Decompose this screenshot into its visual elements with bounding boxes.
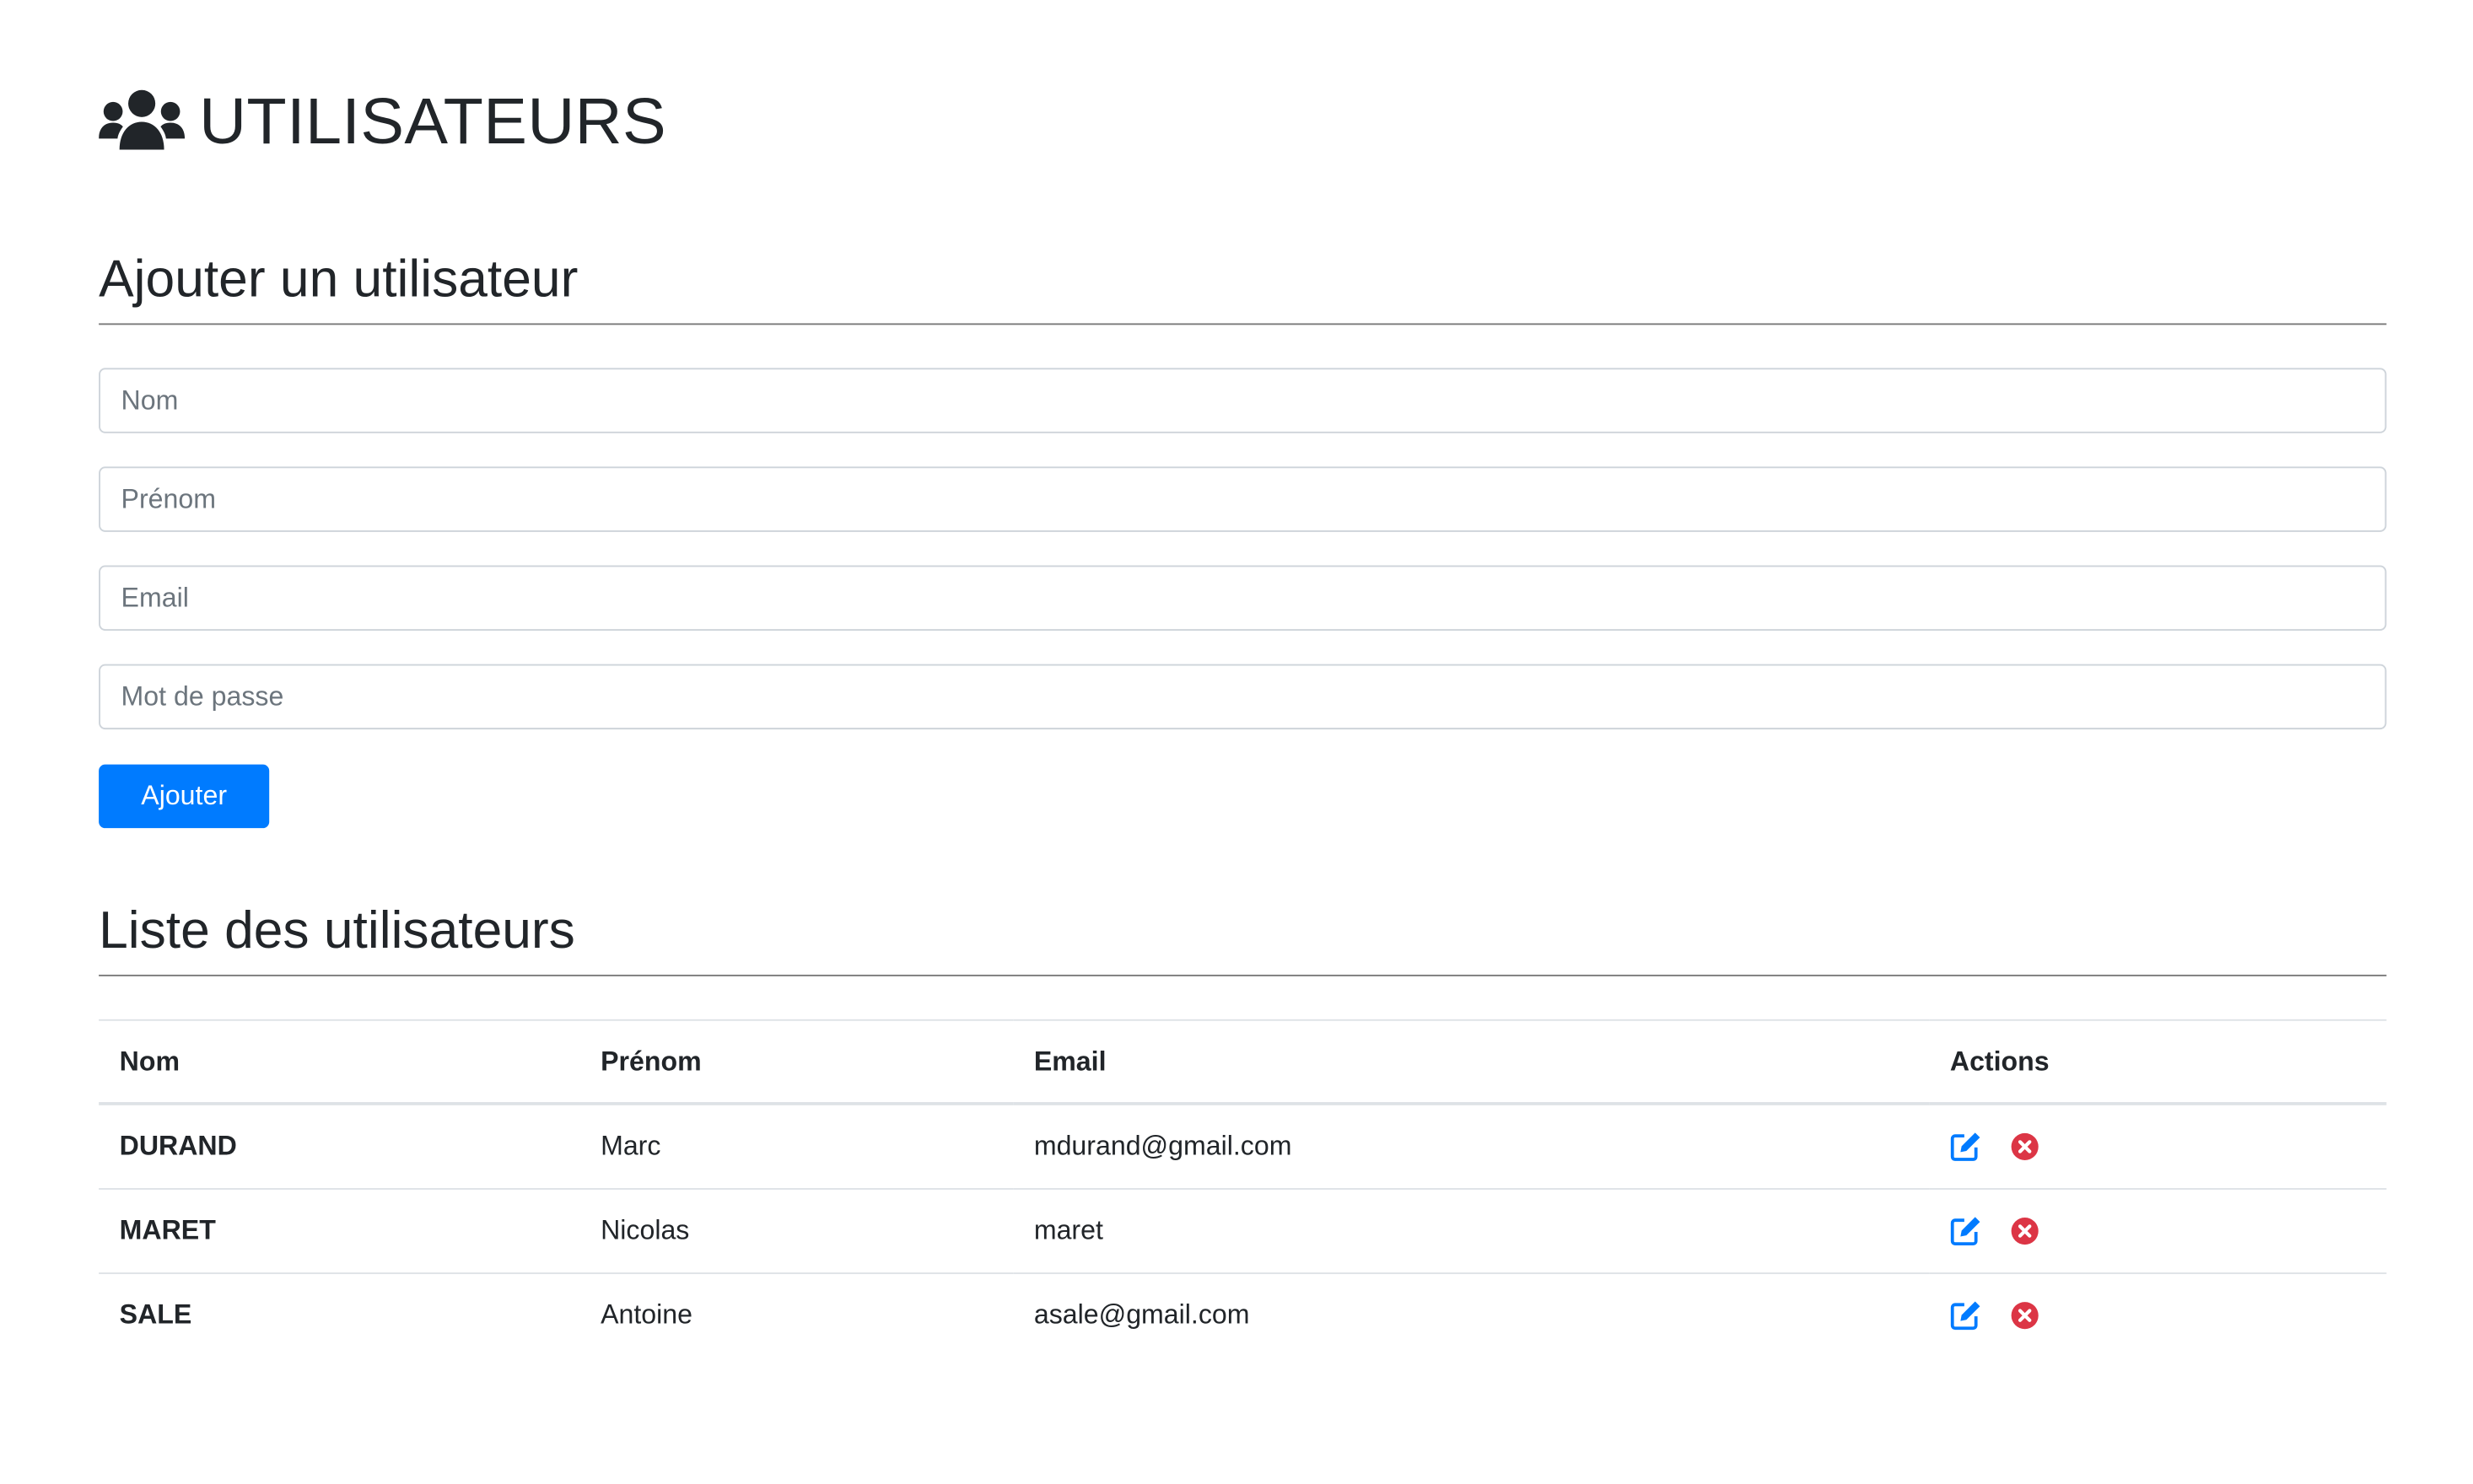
edit-icon[interactable] xyxy=(1950,1131,1982,1163)
delete-icon[interactable] xyxy=(2009,1299,2041,1331)
cell-nom: SALE xyxy=(99,1272,580,1358)
page: UTILISATEURS Ajouter un utilisateur Ajou… xyxy=(0,0,2472,1484)
users-icon xyxy=(99,89,186,150)
table-row: MARET Nicolas maret xyxy=(99,1188,2387,1274)
password-input[interactable] xyxy=(99,664,2387,730)
delete-icon[interactable] xyxy=(2009,1215,2041,1247)
column-header-prenom: Prénom xyxy=(579,1019,1014,1105)
user-list-section-title: Liste des utilisateurs xyxy=(99,900,575,960)
cell-prenom: Antoine xyxy=(579,1272,1014,1358)
column-header-email: Email xyxy=(1013,1019,1930,1105)
email-input[interactable] xyxy=(99,565,2387,631)
add-user-section-divider xyxy=(99,323,2387,325)
prenom-input[interactable] xyxy=(99,466,2387,532)
table-header-row: Nom Prénom Email Actions xyxy=(99,1019,2387,1105)
cell-prenom: Nicolas xyxy=(579,1188,1014,1274)
page-title: UTILISATEURS xyxy=(99,79,666,162)
cell-nom: DURAND xyxy=(99,1103,580,1189)
edit-icon[interactable] xyxy=(1950,1215,1982,1247)
column-header-nom: Nom xyxy=(99,1019,580,1105)
users-table: Nom Prénom Email Actions DURAND Marc mdu… xyxy=(99,1019,2387,1358)
cell-actions xyxy=(1929,1103,2387,1189)
user-list-section-divider xyxy=(99,974,2387,976)
cell-prenom: Marc xyxy=(579,1103,1014,1189)
edit-icon[interactable] xyxy=(1950,1299,1982,1331)
nom-input[interactable] xyxy=(99,368,2387,433)
cell-email: asale@gmail.com xyxy=(1013,1272,1930,1358)
table-row: SALE Antoine asale@gmail.com xyxy=(99,1272,2387,1358)
cell-email: maret xyxy=(1013,1188,1930,1274)
add-user-section-title: Ajouter un utilisateur xyxy=(99,248,579,308)
page-title-text: UTILISATEURS xyxy=(199,84,666,158)
table-row: DURAND Marc mdurand@gmail.com xyxy=(99,1103,2387,1189)
add-user-button[interactable]: Ajouter xyxy=(99,764,270,829)
delete-icon[interactable] xyxy=(2009,1131,2041,1163)
cell-nom: MARET xyxy=(99,1188,580,1274)
cell-email: mdurand@gmail.com xyxy=(1013,1103,1930,1189)
cell-actions xyxy=(1929,1272,2387,1358)
column-header-actions: Actions xyxy=(1929,1019,2387,1105)
cell-actions xyxy=(1929,1188,2387,1274)
